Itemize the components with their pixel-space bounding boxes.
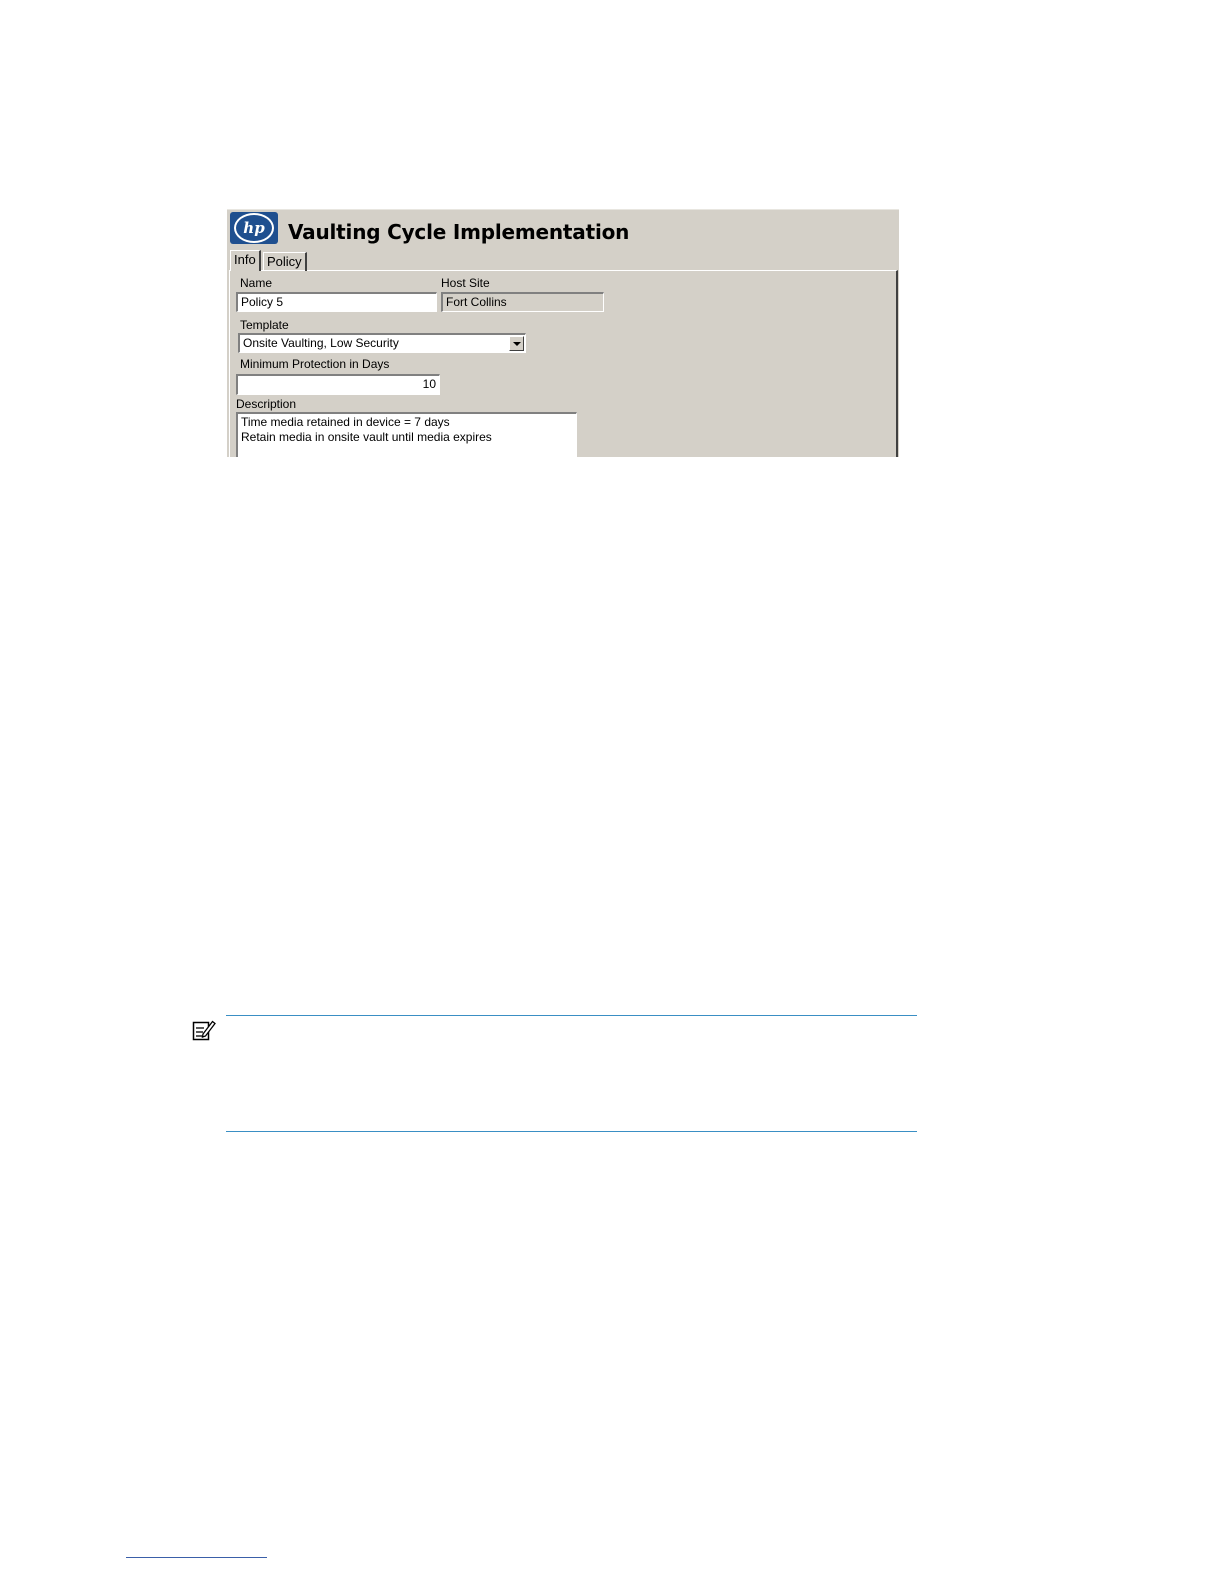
tab-policy[interactable]: Policy xyxy=(263,252,307,271)
template-select[interactable]: Onsite Vaulting, Low Security xyxy=(238,333,526,353)
hp-logo: hp xyxy=(230,212,278,244)
footnote-separator xyxy=(126,1557,267,1558)
name-label: Name xyxy=(240,276,273,290)
description-label: Description xyxy=(236,397,297,411)
note-bottom-rule xyxy=(226,1131,917,1132)
host-site-label: Host Site xyxy=(441,276,490,290)
description-line: Retain media in onsite vault until media… xyxy=(241,430,492,444)
vaulting-dialog-screenshot: hp Vaulting Cycle Implementation Info Po… xyxy=(227,209,899,457)
name-input[interactable]: Policy 5 xyxy=(236,292,437,312)
host-site-field: Fort Collins xyxy=(441,292,604,312)
min-protection-label: Minimum Protection in Days xyxy=(240,357,390,371)
min-protection-input[interactable]: 10 xyxy=(236,374,440,395)
template-label: Template xyxy=(240,318,289,332)
hp-logo-text: hp xyxy=(234,213,274,243)
description-textarea[interactable]: Time media retained in device = 7 days R… xyxy=(236,412,577,457)
note-top-rule xyxy=(226,1015,917,1016)
chevron-down-icon[interactable] xyxy=(509,336,524,351)
tab-info[interactable]: Info xyxy=(230,250,261,271)
template-select-value: Onsite Vaulting, Low Security xyxy=(243,336,399,350)
description-line: Time media retained in device = 7 days xyxy=(241,415,450,429)
note-icon xyxy=(192,1020,216,1041)
window-title: Vaulting Cycle Implementation xyxy=(288,220,630,244)
